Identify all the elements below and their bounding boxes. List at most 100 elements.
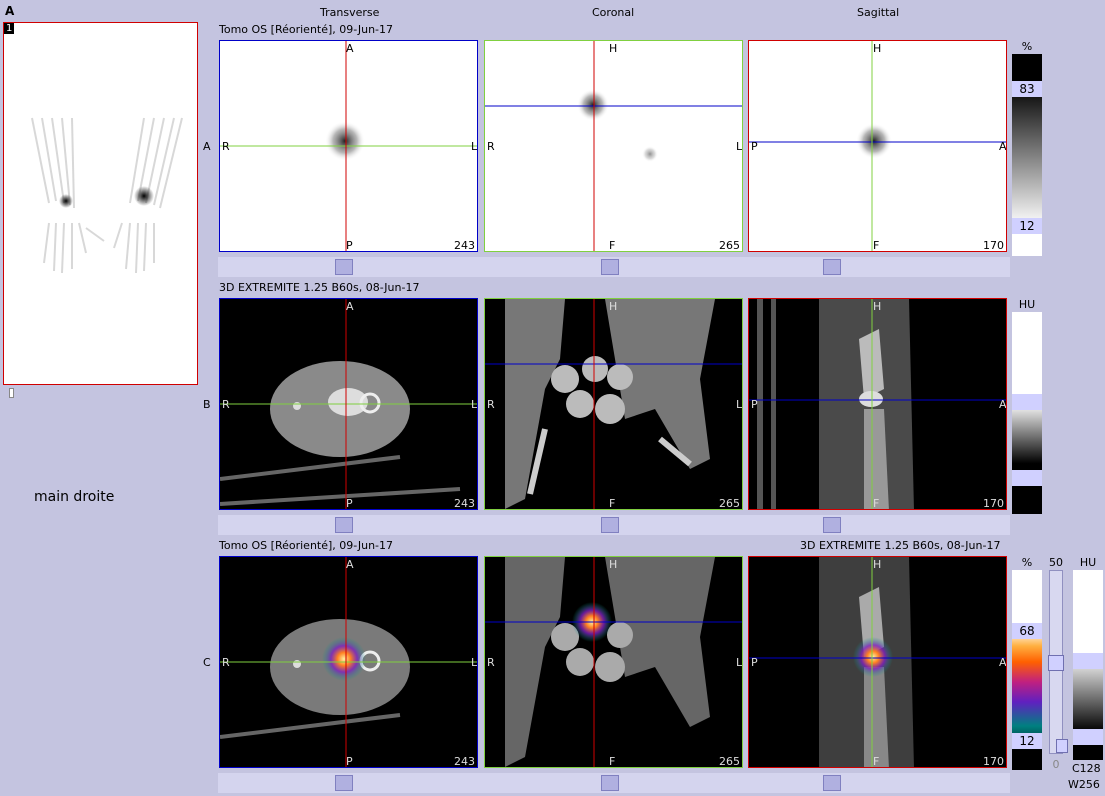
orient-right: L [471,398,478,411]
transverse-slice-slider[interactable] [335,517,353,533]
mip-hands-image [31,117,183,274]
orient-bottom: F [873,239,880,252]
ct-scale-unit: HU [1079,556,1097,569]
row-c-coronal-view[interactable]: H F R L 265 [484,556,743,768]
ct-window-width: W256 [1068,778,1100,791]
slice-number: 170 [983,755,1004,768]
slice-number: 265 [719,239,740,252]
orient-bottom: F [873,497,880,510]
row-a-label: A [203,140,211,153]
row-a-scale-min[interactable]: 12 [1012,218,1042,234]
row-a-sagittal-image [749,41,1006,251]
slice-number: 265 [719,497,740,510]
orient-top: H [873,558,882,571]
transverse-slice-slider[interactable] [335,259,353,275]
row-a-coronal-view[interactable]: H F R L 265 [484,40,743,252]
orient-bottom: F [609,239,616,252]
sagittal-slice-slider[interactable] [823,517,841,533]
row-a-coronal-image [485,41,742,251]
transverse-slice-slider[interactable] [335,775,353,791]
orient-left: P [751,398,758,411]
blend-scale-min: 0 [1052,758,1060,771]
row-a-scale-max[interactable]: 83 [1012,81,1042,97]
blend-slider-thumb[interactable] [1048,655,1064,671]
orient-right: A [999,656,1007,669]
column-header-coronal: Coronal [592,6,635,19]
mip-caption: main droite [34,489,115,505]
orient-left: R [487,656,495,669]
orient-left: R [222,140,230,153]
ct-scale-max-handle[interactable] [1073,653,1103,669]
orient-top: A [346,558,354,571]
row-b-coronal-view[interactable]: H F R L 265 [484,298,743,510]
orient-left: R [487,398,495,411]
row-b-sagittal-image [749,299,1006,509]
row-a-transverse-image [220,41,477,251]
row-c-slider-bar [218,773,1010,793]
row-b-transverse-view[interactable]: A P R L 243 [219,298,478,510]
row-b-coronal-image [485,299,742,509]
row-a-sagittal-view[interactable]: H F P A 170 [748,40,1007,252]
orient-bottom: P [346,755,353,768]
orient-left: R [222,398,230,411]
slice-number: 243 [454,239,475,252]
row-c-series-title-ct: 3D EXTREMITE 1.25 B60s, 08-Jun-17 [800,539,1001,552]
row-c-sagittal-view[interactable]: H F P A 170 [748,556,1007,768]
orient-bottom: F [873,755,880,768]
mip-view[interactable]: 1 [3,22,198,385]
row-b-sagittal-view[interactable]: H F P A 170 [748,298,1007,510]
orient-right: L [736,656,743,669]
column-header-transverse: Transverse [320,6,380,19]
row-b-slider-bar [218,515,1010,535]
orient-left: P [751,140,758,153]
sagittal-slice-slider[interactable] [823,775,841,791]
layout-label: A [5,4,15,18]
ct-scale-min-handle[interactable] [1073,729,1103,745]
row-c-scale-max[interactable]: 68 [1012,623,1042,639]
orient-right: A [999,398,1007,411]
row-b-scale-max-handle[interactable] [1012,394,1042,410]
row-c-scale-min[interactable]: 12 [1012,733,1042,749]
orient-right: L [471,140,478,153]
row-a-scale-unit: % [1021,40,1033,53]
row-b-scale-min-handle[interactable] [1012,470,1042,486]
orient-left: R [487,140,495,153]
mip-scroll-indicator[interactable] [9,388,14,398]
coronal-slice-slider[interactable] [601,259,619,275]
row-c-scale-unit: % [1021,556,1033,569]
row-a-transverse-view[interactable]: A P R L 243 [219,40,478,252]
row-a-series-title: Tomo OS [Réorienté], 09-Jun-17 [219,23,394,36]
orient-right: L [736,398,743,411]
orient-top: A [346,42,354,55]
coronal-slice-slider[interactable] [601,517,619,533]
blend-scale-max: 50 [1049,556,1063,569]
orient-top: A [346,300,354,313]
row-c-coronal-image [485,557,742,767]
slice-number: 265 [719,755,740,768]
slice-number: 243 [454,497,475,510]
row-a-slider-bar [218,257,1010,277]
row-c-sagittal-image [749,557,1006,767]
ct-window-center: C128 [1072,762,1101,775]
slice-number: 170 [983,239,1004,252]
orient-bottom: F [609,755,616,768]
blend-slider-low-thumb[interactable] [1056,739,1068,753]
slice-number: 170 [983,497,1004,510]
coronal-slice-slider[interactable] [601,775,619,791]
sagittal-slice-slider[interactable] [823,259,841,275]
row-c-transverse-view[interactable]: A P R L 243 [219,556,478,768]
orient-top: H [609,42,618,55]
row-c-series-title: Tomo OS [Réorienté], 09-Jun-17 [219,539,394,552]
orient-bottom: P [346,239,353,252]
row-b-series-title: 3D EXTREMITE 1.25 B60s, 08-Jun-17 [219,281,420,294]
row-c-transverse-image [220,557,477,767]
row-b-transverse-image [220,299,477,509]
orient-right: L [471,656,478,669]
orient-right: L [736,140,743,153]
slice-number: 243 [454,755,475,768]
blend-slider-track[interactable] [1048,570,1068,754]
orient-top: H [873,42,882,55]
column-header-sagittal: Sagittal [857,6,900,19]
row-c-label: C [203,656,211,669]
orient-left: R [222,656,230,669]
